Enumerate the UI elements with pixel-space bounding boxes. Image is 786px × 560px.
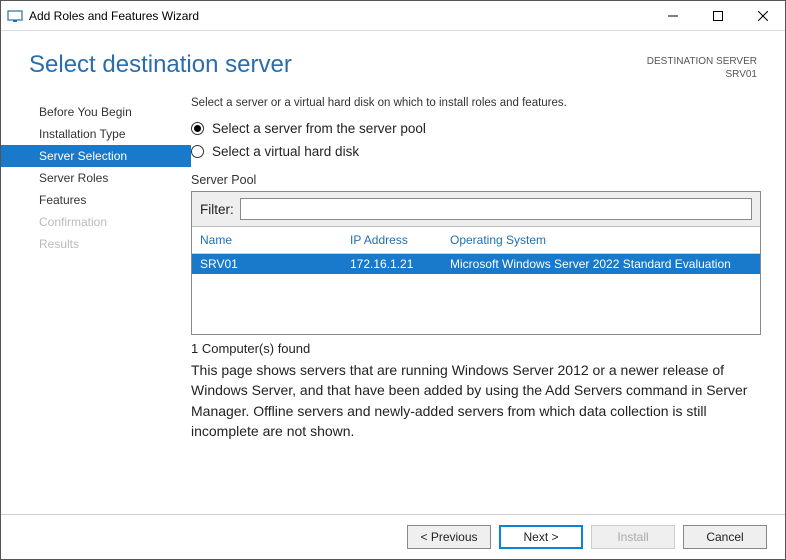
explain-text: This page shows servers that are running… xyxy=(191,360,761,441)
minimize-button[interactable] xyxy=(650,1,695,30)
previous-button[interactable]: < Previous xyxy=(407,525,491,549)
col-header-os[interactable]: Operating System xyxy=(450,233,752,247)
sidebar-item-confirmation: Confirmation xyxy=(1,211,191,233)
install-button: Install xyxy=(591,525,675,549)
table-row[interactable]: SRV01 172.16.1.21 Microsoft Windows Serv… xyxy=(192,254,760,274)
next-button[interactable]: Next > xyxy=(499,525,583,549)
grid-body: SRV01 172.16.1.21 Microsoft Windows Serv… xyxy=(192,254,760,334)
maximize-button[interactable] xyxy=(695,1,740,30)
destination-info: DESTINATION SERVER SRV01 xyxy=(647,51,757,81)
wizard-window: Add Roles and Features Wizard Select des… xyxy=(0,0,786,560)
page-title: Select destination server xyxy=(29,51,647,79)
sidebar-item-results: Results xyxy=(1,233,191,255)
close-button[interactable] xyxy=(740,1,785,30)
sidebar-item-server-roles[interactable]: Server Roles xyxy=(1,167,191,189)
app-icon xyxy=(7,8,23,24)
filter-input[interactable] xyxy=(240,198,752,220)
filter-label: Filter: xyxy=(200,202,234,217)
cell-ip: 172.16.1.21 xyxy=(350,257,450,271)
window-title: Add Roles and Features Wizard xyxy=(29,9,650,23)
filter-row: Filter: xyxy=(192,192,760,227)
grid-header: Name IP Address Operating System xyxy=(192,227,760,254)
sidebar-item-installation-type[interactable]: Installation Type xyxy=(1,123,191,145)
destination-label: DESTINATION SERVER xyxy=(647,55,757,68)
cell-os: Microsoft Windows Server 2022 Standard E… xyxy=(450,257,752,271)
sidebar-item-features[interactable]: Features xyxy=(1,189,191,211)
instruction-text: Select a server or a virtual hard disk o… xyxy=(191,97,761,109)
sidebar: Before You Begin Installation Type Serve… xyxy=(1,97,191,510)
radio-label: Select a server from the server pool xyxy=(212,121,426,136)
window-buttons xyxy=(650,1,785,30)
radio-virtual-hard-disk[interactable]: Select a virtual hard disk xyxy=(191,144,761,159)
main-panel: Select a server or a virtual hard disk o… xyxy=(191,97,761,510)
radio-icon xyxy=(191,145,204,158)
col-header-ip[interactable]: IP Address xyxy=(350,233,450,247)
footer: < Previous Next > Install Cancel xyxy=(1,514,785,559)
radio-label: Select a virtual hard disk xyxy=(212,144,359,159)
radio-server-pool[interactable]: Select a server from the server pool xyxy=(191,121,761,136)
sidebar-item-before-you-begin[interactable]: Before You Begin xyxy=(1,101,191,123)
cell-name: SRV01 xyxy=(200,257,350,271)
body: Before You Begin Installation Type Serve… xyxy=(1,87,785,514)
destination-value: SRV01 xyxy=(647,68,757,81)
page-header: Select destination server DESTINATION SE… xyxy=(1,31,785,87)
cancel-button[interactable]: Cancel xyxy=(683,525,767,549)
computers-found-text: 1 Computer(s) found xyxy=(191,341,761,356)
sidebar-item-server-selection[interactable]: Server Selection xyxy=(1,145,191,167)
server-pool-box: Filter: Name IP Address Operating System… xyxy=(191,191,761,335)
titlebar: Add Roles and Features Wizard xyxy=(1,1,785,31)
radio-icon xyxy=(191,122,204,135)
col-header-name[interactable]: Name xyxy=(200,233,350,247)
server-pool-label: Server Pool xyxy=(191,173,761,187)
